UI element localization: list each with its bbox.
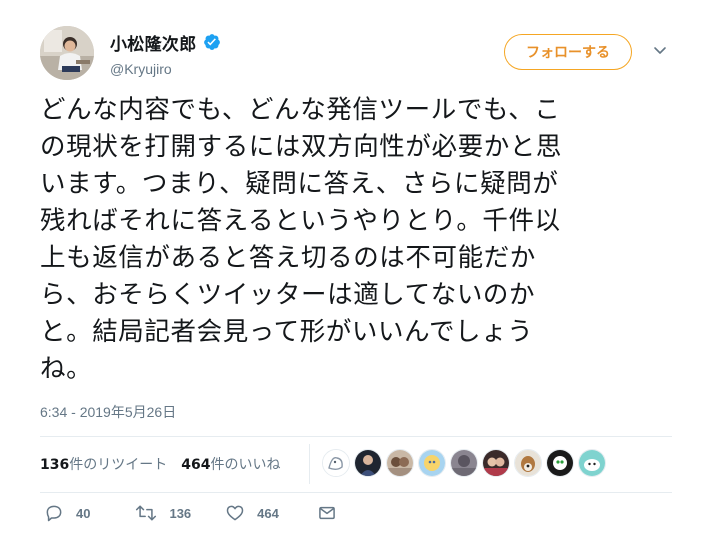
liker-avatar[interactable] [514, 449, 542, 477]
likes-label: 件のいいね [210, 457, 281, 473]
retweets-count: 136 [40, 457, 70, 473]
direct-message-button[interactable] [317, 503, 337, 523]
reply-button[interactable]: 40 [44, 503, 90, 523]
stats-separator [309, 444, 310, 484]
avatar[interactable] [40, 26, 94, 80]
liker-avatar[interactable] [322, 449, 350, 477]
like-count: 464 [257, 505, 279, 521]
divider [40, 492, 672, 493]
timestamp[interactable]: 6:34 - 2019年5月26日 [40, 402, 176, 422]
divider [40, 436, 672, 437]
likers-avatars [322, 449, 610, 479]
tweet-text-line: どんな内容でも、どんな発信ツールでも、こ [40, 95, 561, 125]
tweet-header: 小松隆次郎 @Kryujiro フォローする [40, 26, 680, 86]
verified-badge-icon [203, 33, 221, 51]
tweet-text-line: 残ればそれに答えるというやりとり。千件以 [40, 206, 561, 236]
like-button[interactable]: 464 [225, 503, 279, 523]
avatar-image [40, 26, 94, 80]
name-row: 小松隆次郎 [110, 30, 221, 55]
liker-avatar[interactable] [546, 449, 574, 477]
tweet-actions: 40 136 464 [44, 500, 337, 526]
retweet-icon [135, 503, 157, 523]
tweet-text: どんな内容でも、どんな発信ツールでも、こ の現状を打開するには双方向性が必要かと… [40, 92, 680, 388]
reply-count: 40 [76, 505, 91, 521]
follow-button[interactable]: フォローする [504, 34, 632, 70]
retweet-count: 136 [169, 505, 192, 521]
tweet-text-line: ら、おそらくツイッターは適してないのか [40, 280, 536, 310]
retweets-label: 件のリツイート [69, 457, 168, 473]
liker-avatar[interactable] [386, 449, 414, 477]
chevron-down-icon[interactable] [652, 42, 668, 58]
tweet-text-line: 上も返信があると答え切るのは不可能だか [40, 243, 536, 273]
tweet-text-line: と。結局記者会見って形がいいんでしょう [40, 317, 534, 347]
heart-icon [225, 503, 245, 523]
retweets-stat[interactable]: 136件のリツイート [40, 454, 167, 474]
tweet-text-line: ね。 [40, 354, 93, 384]
display-name[interactable]: 小松隆次郎 [110, 30, 197, 55]
username[interactable]: @Kryujiro [110, 61, 221, 77]
retweet-button[interactable]: 136 [135, 503, 191, 523]
likes-count: 464 [181, 457, 211, 473]
tweet-stats: 136件のリツイート 464件のいいね [40, 446, 280, 482]
liker-avatar[interactable] [354, 449, 382, 477]
liker-avatar[interactable] [450, 449, 478, 477]
liker-avatar[interactable] [418, 449, 446, 477]
author-info: 小松隆次郎 @Kryujiro [110, 30, 221, 77]
reply-icon [44, 503, 64, 523]
tweet-text-line: います。つまり、疑問に答え、さらに疑問が [40, 169, 559, 199]
envelope-icon [317, 503, 337, 523]
liker-avatar[interactable] [578, 449, 606, 477]
tweet-text-line: の現状を打開するには双方向性が必要かと思 [40, 132, 563, 162]
liker-avatar[interactable] [482, 449, 510, 477]
likes-stat[interactable]: 464件のいいね [181, 454, 280, 474]
